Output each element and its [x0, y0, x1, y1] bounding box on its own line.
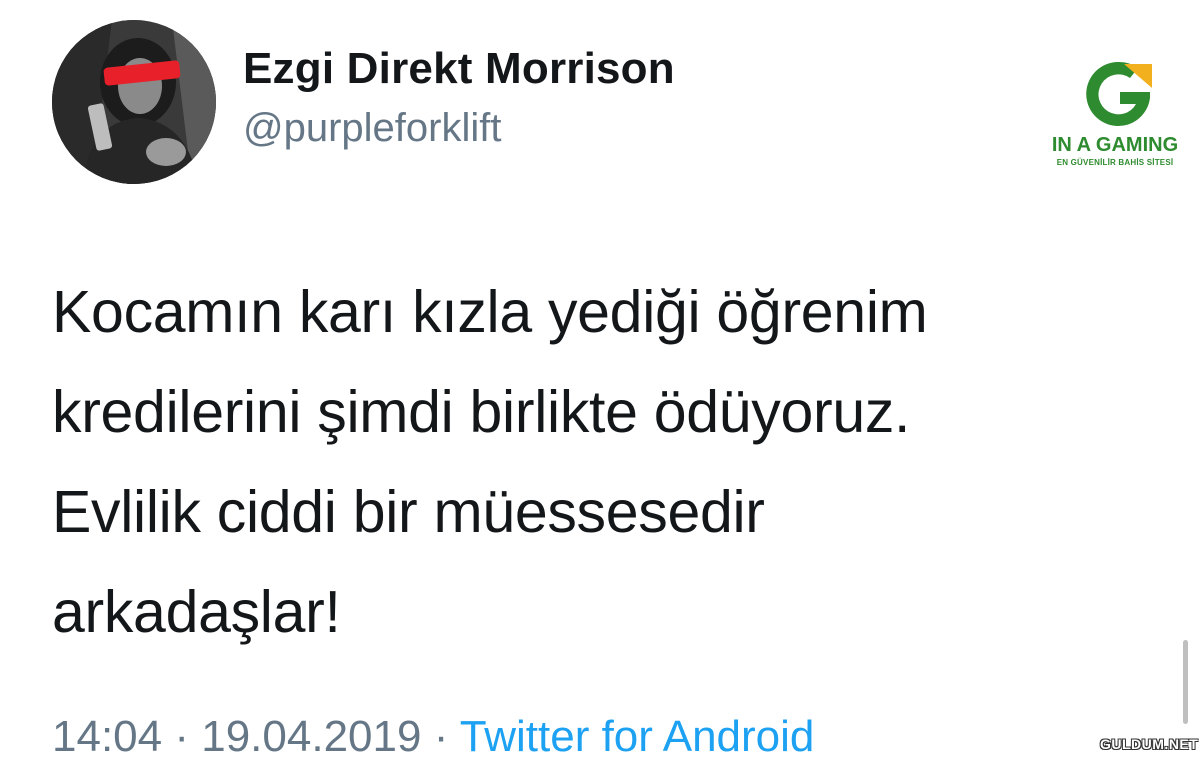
tweet-time[interactable]: 14:04	[52, 712, 162, 761]
profile-photo-icon	[52, 20, 216, 184]
tweet-text: Kocamın karı kızla yediği öğrenim kredil…	[52, 262, 1132, 662]
brand-tagline: EN GÜVENİLİR BAHİS SİTESİ	[1056, 158, 1174, 167]
user-handle[interactable]: @purpleforklift	[243, 106, 501, 151]
brand-name: IN A GAMING	[1051, 134, 1179, 156]
source-link[interactable]: Twitter for Android	[460, 712, 815, 761]
tweet-date[interactable]: 19.04.2019	[201, 712, 421, 761]
watermark: GULDUM.NET	[1100, 736, 1199, 752]
tweet-line: Evlilik ciddi bir müessesedir	[52, 479, 765, 545]
brand-logo: IN A GAMING EN GÜVENİLİR BAHİS SİTESİ	[1040, 58, 1190, 178]
meta-separator: ·	[433, 712, 449, 761]
display-name[interactable]: Ezgi Direkt Morrison	[243, 44, 675, 94]
meta-separator: ·	[174, 712, 189, 761]
tweet-meta: 14:04 · 19.04.2019 · Twitter for Android	[52, 712, 814, 762]
avatar[interactable]	[52, 20, 216, 184]
scrollbar[interactable]	[1183, 640, 1188, 724]
tweet-line: kredilerini şimdi birlikte ödüyoruz.	[52, 379, 911, 445]
tweet-line: arkadaşlar!	[52, 579, 341, 645]
brand-g-icon	[1086, 61, 1152, 126]
tweet-line: Kocamın karı kızla yediği öğrenim	[52, 279, 928, 345]
